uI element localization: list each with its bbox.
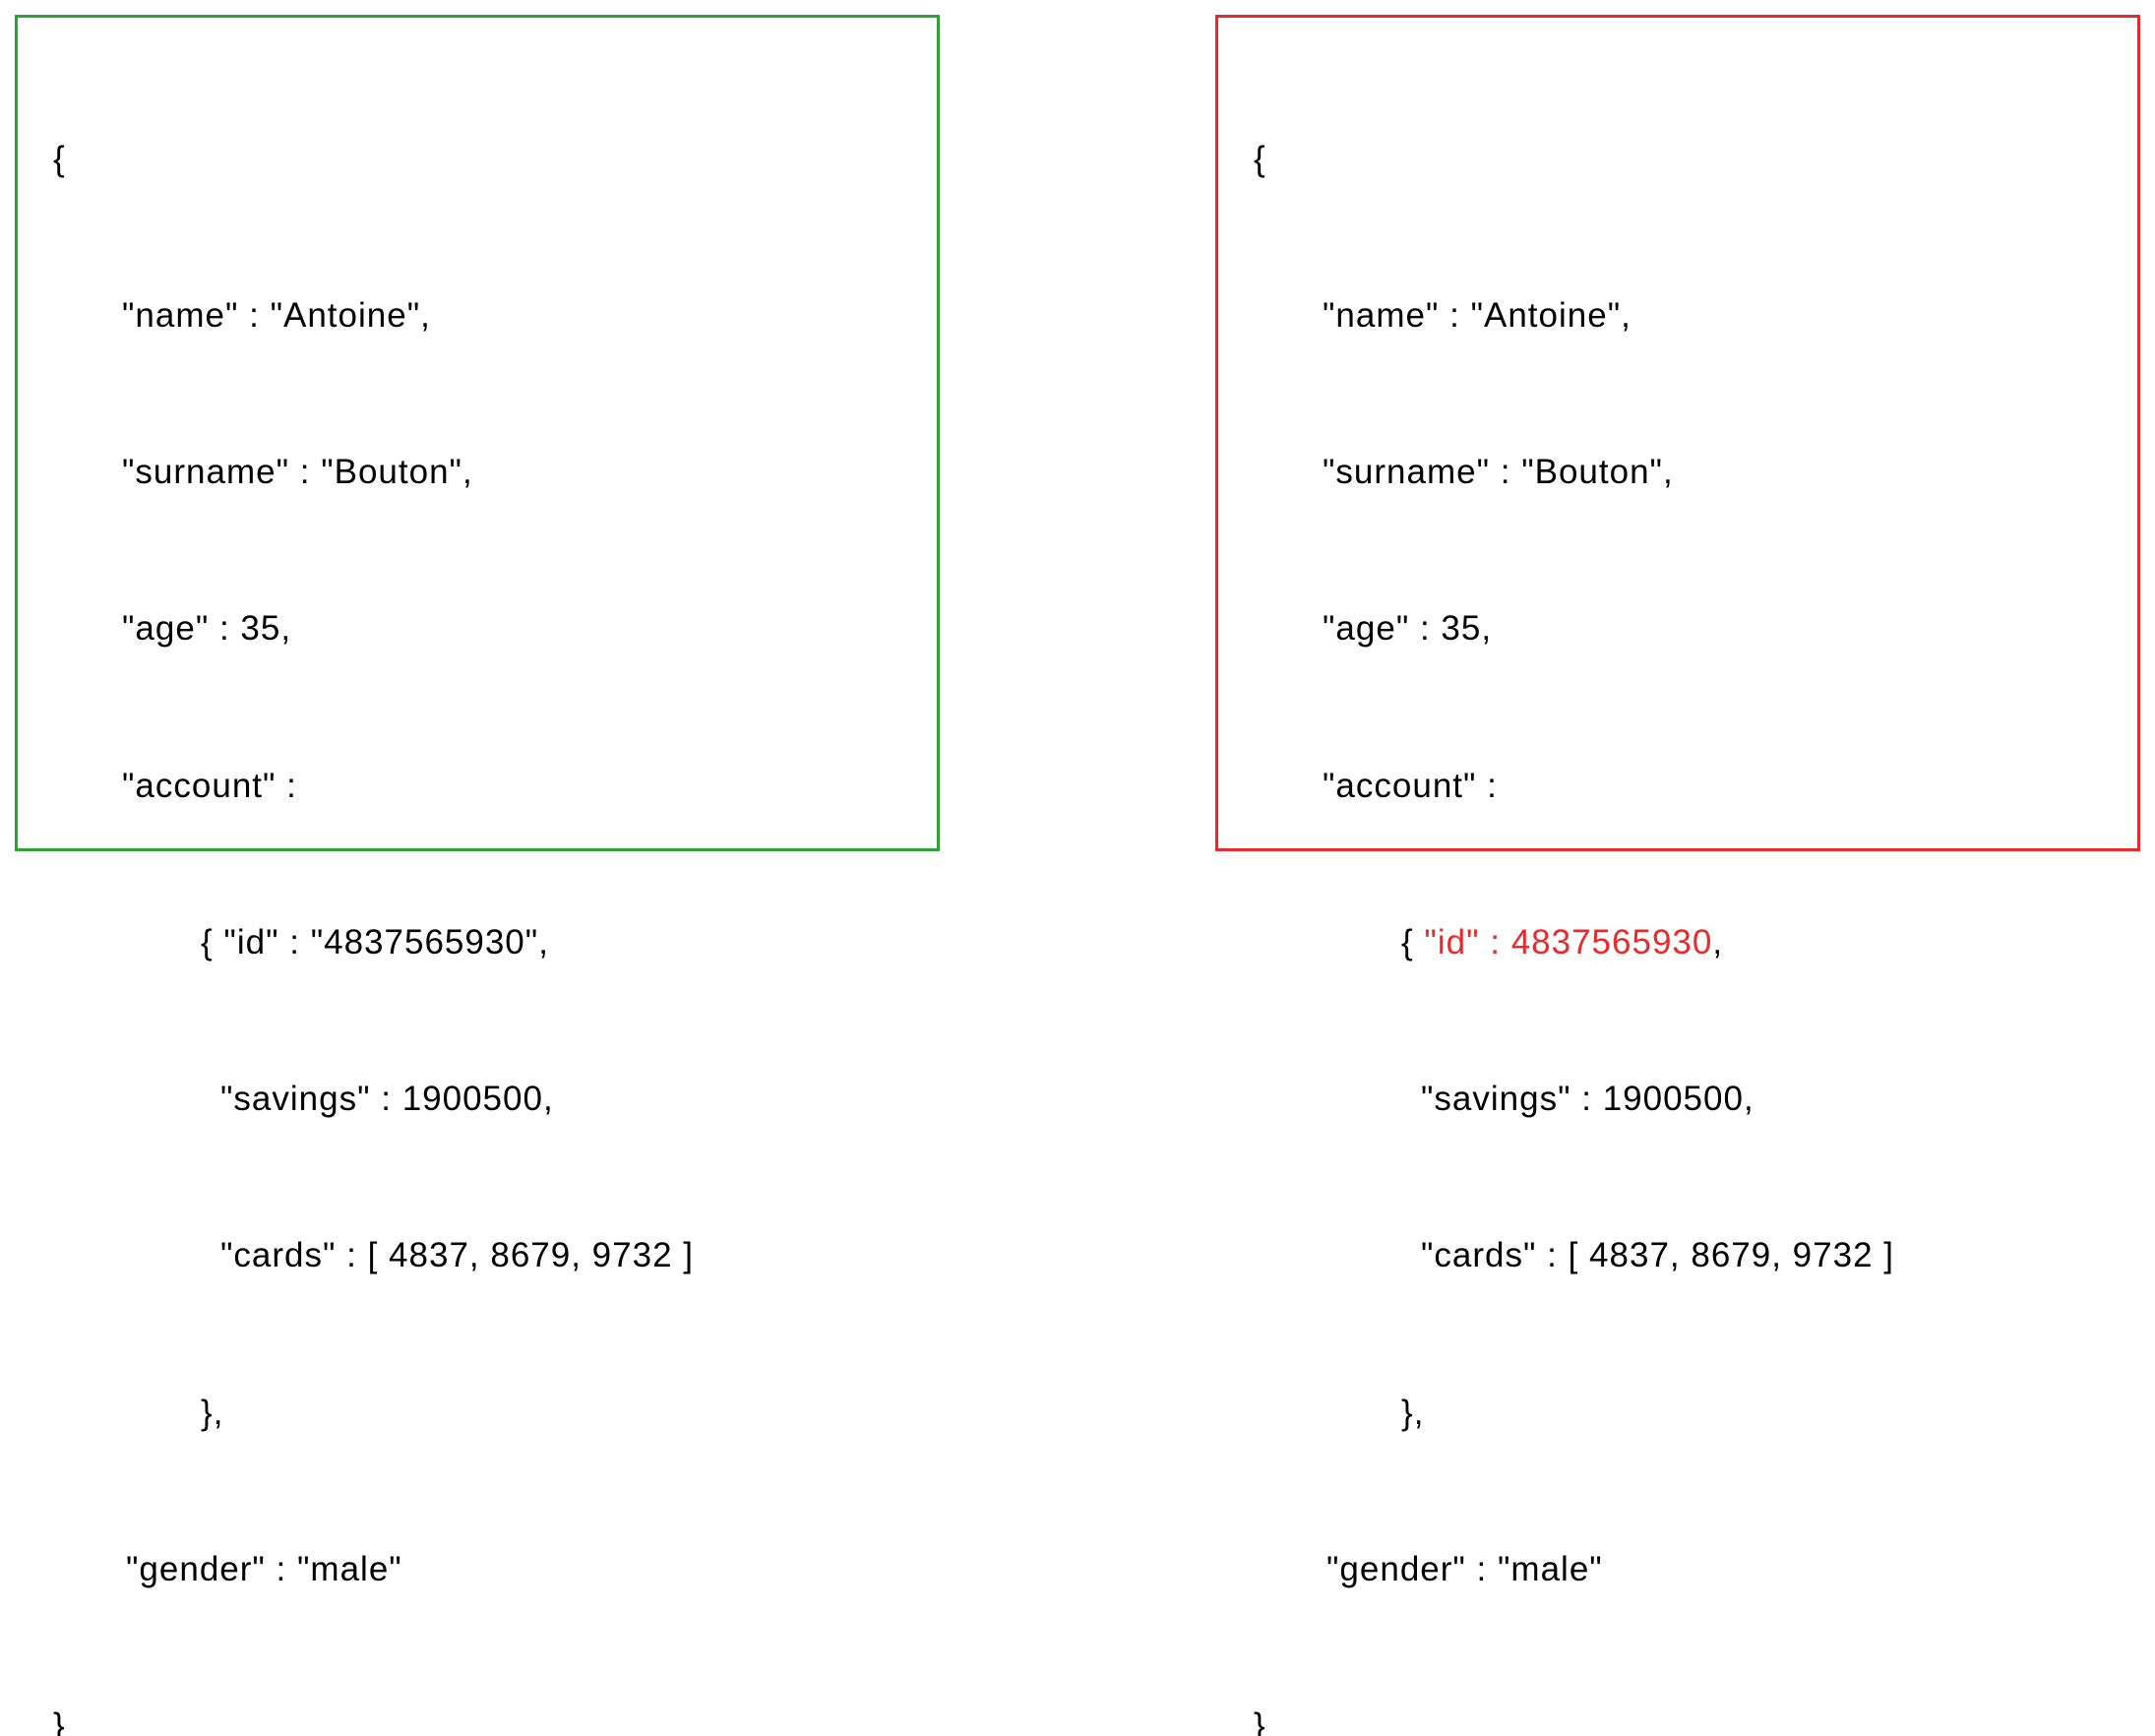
code-line: "account" : bbox=[53, 751, 901, 822]
inner-brace-open: { bbox=[1401, 923, 1424, 961]
left-code-block: { "name" : "Antoine", "surname" : "Bouto… bbox=[53, 37, 901, 1736]
code-line: "gender" : "male" bbox=[53, 1534, 901, 1605]
account-key: "account" : bbox=[1323, 767, 1498, 805]
brace-close: } bbox=[1254, 1706, 1266, 1736]
code-line: "name" : "Antoine", bbox=[1254, 280, 2102, 351]
cards-entry: "cards" : [ 4837, 8679, 9732 ] bbox=[1421, 1236, 1894, 1274]
id-key-diff: "id" : bbox=[1424, 923, 1510, 961]
savings-entry: "savings" : 1900500, bbox=[220, 1080, 554, 1118]
code-line: "age" : 35, bbox=[53, 593, 901, 664]
id-value: "4837565930" bbox=[311, 923, 539, 961]
code-line: "cards" : [ 4837, 8679, 9732 ] bbox=[53, 1220, 901, 1291]
inner-brace-open: { bbox=[201, 923, 223, 961]
code-line: "savings" : 1900500, bbox=[1254, 1064, 2102, 1135]
code-line: { "id" : "4837565930", bbox=[53, 907, 901, 978]
age-entry: "age" : 35, bbox=[122, 609, 291, 648]
right-json-panel: { "name" : "Antoine", "surname" : "Bouto… bbox=[1215, 15, 2140, 851]
gender-entry: "gender" : "male" bbox=[126, 1550, 402, 1588]
name-entry: "name" : "Antoine", bbox=[1323, 296, 1632, 335]
name-entry: "name" : "Antoine", bbox=[122, 296, 431, 335]
code-line: "gender" : "male" bbox=[1254, 1534, 2102, 1605]
code-line: }, bbox=[53, 1378, 901, 1449]
comparison-container: { "name" : "Antoine", "surname" : "Bouto… bbox=[0, 0, 2155, 866]
comma: , bbox=[1712, 923, 1723, 961]
code-line: "age" : 35, bbox=[1254, 593, 2102, 664]
comma: , bbox=[538, 923, 549, 961]
brace-open: { bbox=[53, 140, 66, 178]
code-line: }, bbox=[1254, 1378, 2102, 1449]
right-code-block: { "name" : "Antoine", "surname" : "Bouto… bbox=[1254, 37, 2102, 1736]
gender-entry: "gender" : "male" bbox=[1326, 1550, 1603, 1588]
code-line: "cards" : [ 4837, 8679, 9732 ] bbox=[1254, 1220, 2102, 1291]
code-line: } bbox=[53, 1691, 901, 1736]
savings-entry: "savings" : 1900500, bbox=[1421, 1080, 1755, 1118]
id-value-diff: 4837565930 bbox=[1511, 923, 1713, 961]
code-line: "surname" : "Bouton", bbox=[53, 437, 901, 508]
left-json-panel: { "name" : "Antoine", "surname" : "Bouto… bbox=[15, 15, 940, 851]
age-entry: "age" : 35, bbox=[1323, 609, 1492, 648]
inner-brace-close: }, bbox=[201, 1394, 223, 1432]
code-line: { "id" : 4837565930, bbox=[1254, 907, 2102, 978]
account-key: "account" : bbox=[122, 767, 297, 805]
brace-open: { bbox=[1254, 140, 1266, 178]
code-line: "account" : bbox=[1254, 751, 2102, 822]
code-line: } bbox=[1254, 1691, 2102, 1736]
code-line: "savings" : 1900500, bbox=[53, 1064, 901, 1135]
inner-brace-close: }, bbox=[1401, 1394, 1424, 1432]
surname-entry: "surname" : "Bouton", bbox=[122, 453, 473, 491]
cards-entry: "cards" : [ 4837, 8679, 9732 ] bbox=[220, 1236, 694, 1274]
code-line: { bbox=[1254, 124, 2102, 195]
surname-entry: "surname" : "Bouton", bbox=[1323, 453, 1674, 491]
code-line: "surname" : "Bouton", bbox=[1254, 437, 2102, 508]
id-key: "id" : bbox=[223, 923, 310, 961]
code-line: { bbox=[53, 124, 901, 195]
brace-close: } bbox=[53, 1706, 66, 1736]
code-line: "name" : "Antoine", bbox=[53, 280, 901, 351]
